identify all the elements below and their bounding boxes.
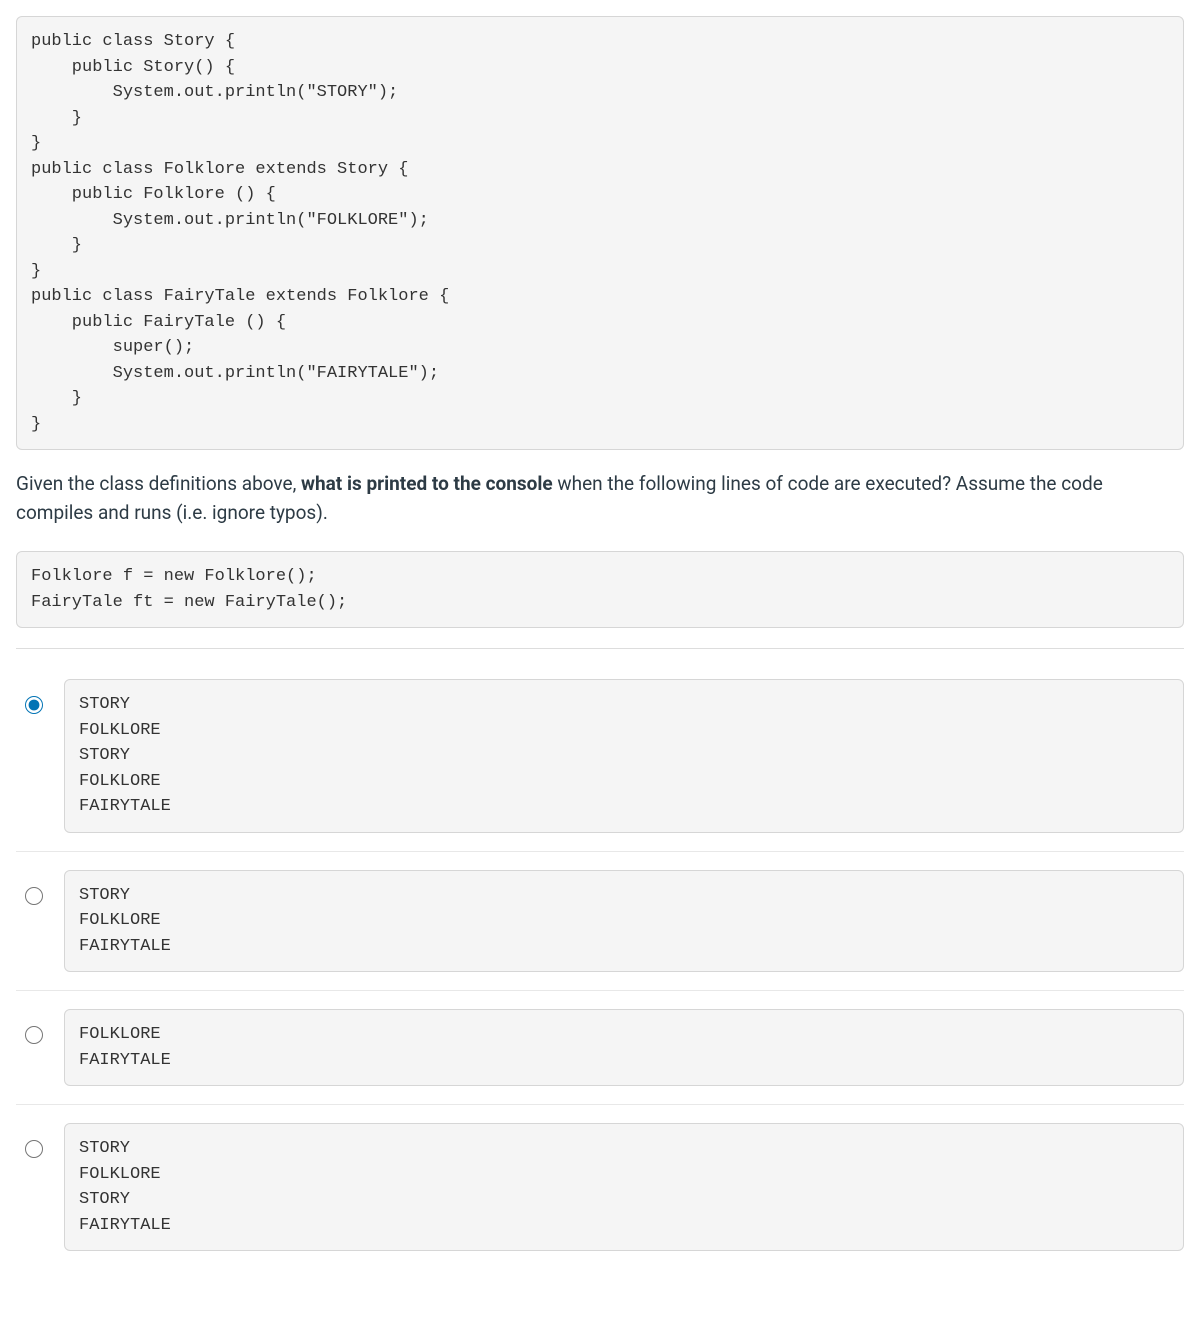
answer-radio[interactable]: [25, 1026, 43, 1044]
answer-code: STORY FOLKLORE STORY FAIRYTALE: [64, 1123, 1184, 1251]
answer-code: STORY FOLKLORE FAIRYTALE: [64, 870, 1184, 973]
question-text: Given the class definitions above, what …: [16, 470, 1184, 527]
question-prefix: Given the class definitions above,: [16, 472, 301, 495]
answer-option: STORY FOLKLORE FAIRYTALE: [16, 852, 1184, 992]
answer-radio[interactable]: [25, 887, 43, 905]
divider: [16, 648, 1184, 649]
radio-wrap: [16, 1123, 46, 1167]
question-bold: what is printed to the console: [301, 472, 553, 495]
answer-option: STORY FOLKLORE STORY FAIRYTALE: [16, 1105, 1184, 1269]
radio-wrap: [16, 1009, 46, 1053]
answer-radio[interactable]: [25, 1140, 43, 1158]
code-block-execution: Folklore f = new Folklore(); FairyTale f…: [16, 551, 1184, 628]
answer-code: STORY FOLKLORE STORY FOLKLORE FAIRYTALE: [64, 679, 1184, 833]
answer-option: FOLKLORE FAIRYTALE: [16, 991, 1184, 1105]
answer-code: FOLKLORE FAIRYTALE: [64, 1009, 1184, 1086]
answer-option: STORY FOLKLORE STORY FOLKLORE FAIRYTALE: [16, 661, 1184, 852]
radio-wrap: [16, 870, 46, 914]
answer-list: STORY FOLKLORE STORY FOLKLORE FAIRYTALE S…: [16, 661, 1184, 1269]
answer-radio[interactable]: [25, 696, 43, 714]
code-block-definitions: public class Story { public Story() { Sy…: [16, 16, 1184, 450]
radio-wrap: [16, 679, 46, 723]
